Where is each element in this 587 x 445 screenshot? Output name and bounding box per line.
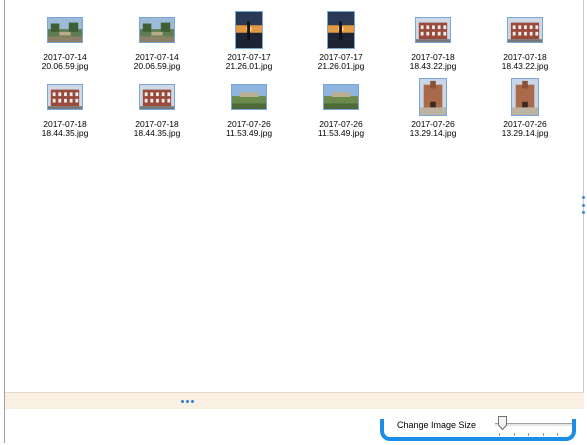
image-tile[interactable]: 2017-07-14 20.06.59.jpg [111, 8, 203, 71]
slider-tick [557, 433, 559, 436]
sunset-photo-icon [327, 11, 355, 49]
thumbnail-frame [501, 75, 549, 119]
building-photo-icon [47, 84, 83, 110]
landscape-photo-icon [231, 84, 267, 110]
image-tile[interactable]: 2017-07-26 13.29.14.jpg [479, 75, 571, 138]
image-filename: 2017-07-17 21.26.01.jpg [317, 52, 365, 71]
image-tile[interactable]: 2017-07-18 18.43.22.jpg [387, 8, 479, 71]
grip-dot [582, 203, 585, 207]
slider-tick [528, 433, 530, 436]
image-filename: 2017-07-26 11.53.49.jpg [225, 119, 273, 138]
vertical-splitter-grip[interactable] [582, 196, 585, 214]
slider-tick [499, 433, 500, 436]
grip-dot [186, 400, 189, 403]
thumbnail-frame [409, 8, 457, 52]
image-tile[interactable]: 2017-07-26 11.53.49.jpg [295, 75, 387, 138]
landscape-photo-icon [323, 84, 359, 110]
building-photo-icon [139, 84, 175, 110]
church-photo-icon [419, 78, 447, 116]
thumbnail-grid: 2017-07-14 20.06.59.jpg 2017-07-14 20.06.… [19, 8, 569, 138]
grip-dot [582, 196, 585, 199]
thumbnail-frame [41, 75, 89, 119]
image-filename: 2017-07-14 20.06.59.jpg [41, 52, 89, 71]
image-filename: 2017-07-26 13.29.14.jpg [409, 119, 457, 138]
church-photo-icon [511, 78, 539, 116]
image-size-slider[interactable] [495, 415, 577, 437]
change-image-size-label: Change Image Size [397, 420, 477, 430]
image-gallery-panel: 2017-07-14 20.06.59.jpg 2017-07-14 20.06.… [4, 0, 584, 443]
thumbnail-frame [317, 8, 365, 52]
grip-dot [191, 400, 194, 403]
thumbnail-frame [409, 75, 457, 119]
image-filename: 2017-07-18 18.44.35.jpg [41, 119, 89, 138]
image-tile[interactable]: 2017-07-18 18.44.35.jpg [19, 75, 111, 138]
horizontal-splitter[interactable] [5, 392, 584, 409]
grip-dot [582, 211, 585, 214]
thumbnail-frame [41, 8, 89, 52]
image-filename: 2017-07-26 13.29.14.jpg [501, 119, 549, 138]
image-filename: 2017-07-18 18.43.22.jpg [409, 52, 457, 71]
park-photo-icon [139, 17, 175, 43]
image-filename: 2017-07-18 18.44.35.jpg [133, 119, 181, 138]
thumbnail-frame [225, 75, 273, 119]
image-filename: 2017-07-17 21.26.01.jpg [225, 52, 273, 71]
image-tile[interactable]: 2017-07-26 11.53.49.jpg [203, 75, 295, 138]
thumbnail-frame [133, 8, 181, 52]
building-photo-icon [415, 17, 451, 43]
image-tile[interactable]: 2017-07-18 18.43.22.jpg [479, 8, 571, 71]
grip-dot [181, 400, 184, 403]
image-filename: 2017-07-14 20.06.59.jpg [133, 52, 181, 71]
slider-thumb[interactable] [498, 416, 507, 430]
image-filename: 2017-07-26 11.53.49.jpg [317, 119, 365, 138]
thumbnail-frame [225, 8, 273, 52]
park-photo-icon [47, 17, 83, 43]
thumbnail-frame [133, 75, 181, 119]
slider-tick [572, 433, 573, 436]
image-tile[interactable]: 2017-07-14 20.06.59.jpg [19, 8, 111, 71]
image-tile[interactable]: 2017-07-17 21.26.01.jpg [203, 8, 295, 71]
image-size-toolbar: Change Image Size [5, 409, 584, 443]
slider-tick [513, 433, 515, 436]
image-tile[interactable]: 2017-07-18 18.44.35.jpg [111, 75, 203, 138]
image-filename: 2017-07-18 18.43.22.jpg [501, 52, 549, 71]
image-tile[interactable]: 2017-07-17 21.26.01.jpg [295, 8, 387, 71]
sunset-photo-icon [235, 11, 263, 49]
image-tile[interactable]: 2017-07-26 13.29.14.jpg [387, 75, 479, 138]
slider-tick [542, 433, 544, 436]
slider-ticks [499, 433, 573, 436]
splitter-grip-icon[interactable] [181, 400, 194, 403]
thumbnail-frame [317, 75, 365, 119]
thumbnail-frame [501, 8, 549, 52]
building-photo-icon [507, 17, 543, 43]
